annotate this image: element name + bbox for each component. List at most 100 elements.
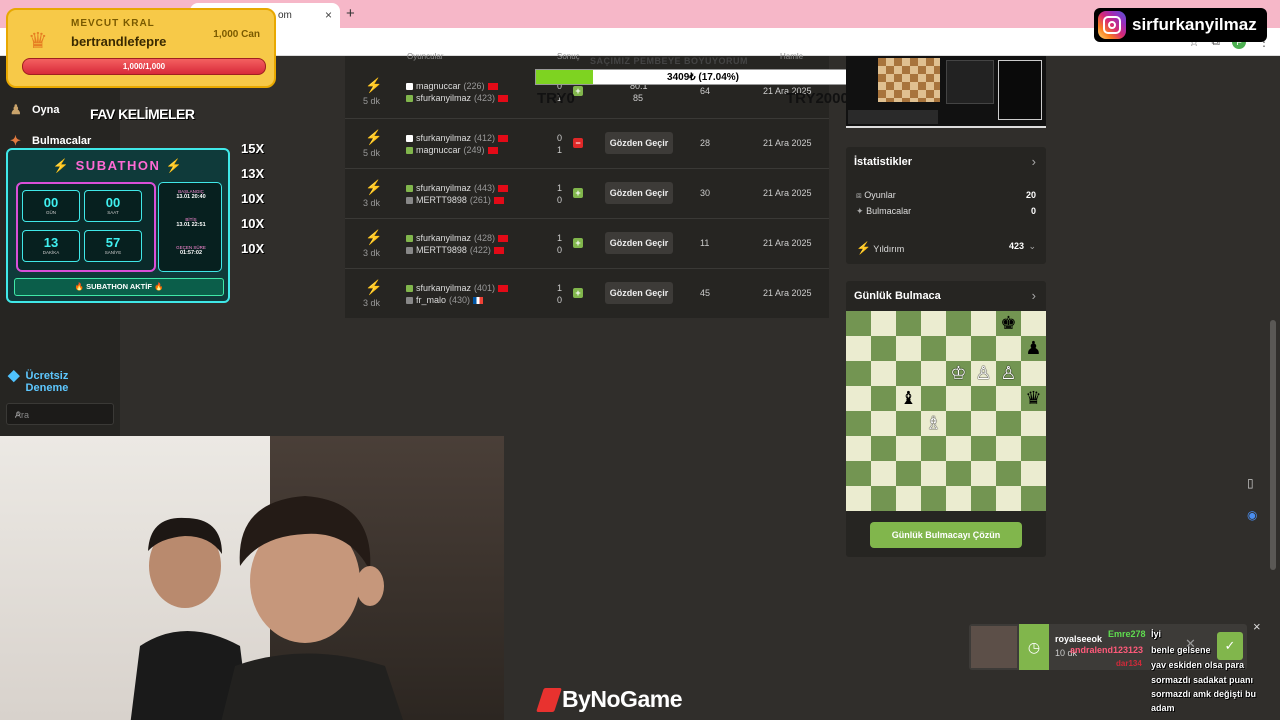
board-square[interactable] (921, 461, 946, 486)
white-king-icon[interactable]: ♔ (950, 363, 966, 383)
black-pawn-icon[interactable]: ♟ (1025, 338, 1041, 358)
player-white[interactable]: sfurkanyilmaz (443) (406, 183, 509, 193)
puzzle-chessboard[interactable]: ♚ ♟ ♔ ♙ ♙ ♝ ♛ ♗ (846, 311, 1046, 511)
board-square[interactable] (871, 361, 896, 386)
board-square[interactable] (846, 411, 871, 436)
board-square[interactable] (996, 486, 1021, 511)
board-square[interactable] (971, 336, 996, 361)
board-square[interactable]: ♔ (946, 361, 971, 386)
stat-puzzles[interactable]: ✦ Bulmacalar 0 (856, 206, 1036, 217)
board-square[interactable] (946, 486, 971, 511)
player-white[interactable]: sfurkanyilmaz (412) (406, 133, 509, 143)
white-pawn-icon[interactable]: ♙ (975, 363, 991, 383)
board-square[interactable] (896, 486, 921, 511)
player-white[interactable]: sfurkanyilmaz (401) (406, 283, 509, 293)
board-square[interactable] (846, 361, 871, 386)
board-square[interactable] (846, 386, 871, 411)
board-square[interactable] (846, 311, 871, 336)
board-square[interactable] (996, 386, 1021, 411)
board-square[interactable] (871, 336, 896, 361)
board-square[interactable] (921, 361, 946, 386)
board-square[interactable] (1021, 436, 1046, 461)
player-black[interactable]: fr_malo (430) (406, 295, 484, 305)
board-square[interactable] (871, 436, 896, 461)
new-tab-icon[interactable]: + (346, 5, 355, 22)
board-square[interactable]: ♗ (921, 411, 946, 436)
board-square[interactable]: ♟ (1021, 336, 1046, 361)
board-square[interactable] (946, 336, 971, 361)
board-square[interactable] (946, 411, 971, 436)
board-square[interactable] (946, 436, 971, 461)
close-icon[interactable]: × (1253, 619, 1261, 634)
board-square[interactable]: ♙ (971, 361, 996, 386)
board-square[interactable]: ♝ (896, 386, 921, 411)
extension-icon[interactable]: ◉ (1247, 508, 1257, 522)
board-square[interactable] (996, 336, 1021, 361)
board-square[interactable] (921, 336, 946, 361)
board-square[interactable] (946, 386, 971, 411)
player-black[interactable]: MERTT9898 (261) (406, 195, 504, 205)
search-input[interactable]: Ara ⌕ (6, 403, 114, 425)
stat-games[interactable]: ⧈ Oyunlar 20 (856, 190, 1036, 201)
white-bishop-icon[interactable]: ♗ (925, 413, 941, 433)
board-square[interactable] (971, 311, 996, 336)
review-game-button[interactable]: Gözden Geçir (605, 132, 673, 154)
board-square[interactable] (871, 486, 896, 511)
board-square[interactable] (896, 461, 921, 486)
board-square[interactable] (896, 336, 921, 361)
scrollbar[interactable] (1270, 320, 1276, 570)
player-black[interactable]: MERTT9898 (422) (406, 245, 504, 255)
board-square[interactable] (1021, 311, 1046, 336)
reading-list-icon[interactable]: ▯ (1247, 476, 1254, 490)
board-square[interactable] (921, 386, 946, 411)
review-game-button[interactable]: Gözden Geçir (605, 282, 673, 304)
board-square[interactable] (871, 386, 896, 411)
board-square[interactable] (1021, 461, 1046, 486)
review-game-button[interactable]: Gözden Geçir (605, 232, 673, 254)
board-square[interactable] (1021, 411, 1046, 436)
player-black[interactable]: sfurkanyilmaz (423) (406, 93, 509, 103)
board-square[interactable] (996, 411, 1021, 436)
chevron-down-icon[interactable]: ⌄ (1028, 241, 1036, 252)
accept-challenge-button[interactable]: ✓ (1217, 632, 1243, 660)
board-square[interactable] (971, 461, 996, 486)
black-bishop-icon[interactable]: ♝ (900, 388, 916, 408)
stream-thumbnail[interactable] (846, 56, 1046, 128)
board-square[interactable] (896, 436, 921, 461)
board-square[interactable] (896, 361, 921, 386)
board-square[interactable] (921, 486, 946, 511)
player-white[interactable]: magnuccar (226) (406, 81, 498, 91)
board-square[interactable] (971, 486, 996, 511)
board-square[interactable] (846, 461, 871, 486)
board-square[interactable] (971, 386, 996, 411)
board-square[interactable]: ♙ (996, 361, 1021, 386)
chevron-right-icon[interactable]: › (1032, 154, 1036, 169)
board-square[interactable] (971, 411, 996, 436)
board-square[interactable] (871, 461, 896, 486)
board-square[interactable] (921, 311, 946, 336)
sidebar-item-puzzles[interactable]: ✦ Bulmacalar (10, 133, 91, 149)
chevron-right-icon[interactable]: › (1032, 288, 1036, 303)
board-square[interactable] (996, 461, 1021, 486)
board-square[interactable] (871, 411, 896, 436)
search-icon[interactable]: ⌕ (15, 406, 108, 421)
review-game-button[interactable]: Gözden Geçir (605, 182, 673, 204)
board-square[interactable] (896, 411, 921, 436)
player-black[interactable]: magnuccar (249) (406, 145, 498, 155)
board-square[interactable] (846, 336, 871, 361)
black-king-icon[interactable]: ♚ (1000, 313, 1016, 333)
board-square[interactable] (971, 436, 996, 461)
board-square[interactable] (921, 436, 946, 461)
board-square[interactable] (896, 311, 921, 336)
solve-daily-puzzle-button[interactable]: Günlük Bulmacayı Çözün (870, 522, 1022, 548)
board-square[interactable] (946, 461, 971, 486)
game-row[interactable]: ⚡ 5 dk sfurkanyilmaz (412) magnuccar (249) 0 1−… (345, 118, 829, 168)
board-square[interactable]: ♚ (996, 311, 1021, 336)
board-square[interactable] (846, 436, 871, 461)
black-queen-icon[interactable]: ♛ (1025, 388, 1041, 408)
white-pawn-icon[interactable]: ♙ (1000, 363, 1016, 383)
game-row[interactable]: ⚡ 3 dk sfurkanyilmaz (443) MERTT9898 (261) 1 0 +… (345, 168, 829, 218)
board-square[interactable] (946, 311, 971, 336)
board-square[interactable] (1021, 361, 1046, 386)
stat-blitz[interactable]: ⚡ Yıldırım 423 ⌄ (856, 241, 1036, 255)
